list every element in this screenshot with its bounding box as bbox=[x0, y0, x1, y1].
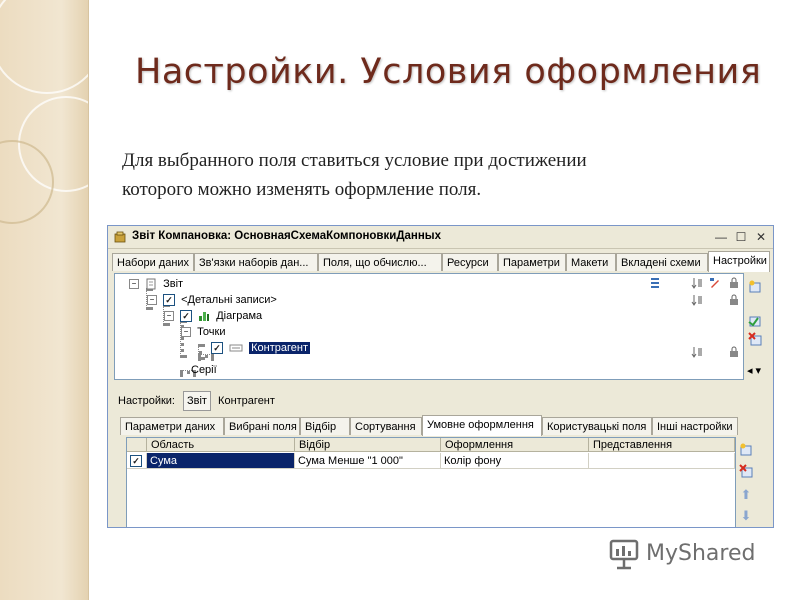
collapse-icon[interactable]: − bbox=[164, 311, 174, 322]
tree-label-detail: <Детальні записи> bbox=[181, 294, 277, 306]
scroll-arrows-icon[interactable]: ◂ ▾ bbox=[740, 364, 768, 378]
tree-label-diagram: Діаграма bbox=[216, 310, 263, 322]
tab-settings[interactable]: Настройки bbox=[708, 251, 770, 272]
main-tabs: Набори даних Зв'язки наборів дан... Поля… bbox=[112, 251, 773, 272]
tree-node-counterparty[interactable]: ✓ Контрагент bbox=[211, 341, 310, 355]
move-down-icon[interactable]: ⬇ bbox=[739, 509, 753, 523]
window-title: Звіт Компановка: ОсновнаяСхемаКомпоновки… bbox=[132, 230, 442, 242]
myshared-watermark: MyShared bbox=[606, 537, 776, 573]
tree-node-detail[interactable]: − ✓ <Детальні записи> bbox=[147, 293, 277, 307]
close-button[interactable]: ✕ bbox=[754, 230, 768, 244]
report-icon bbox=[146, 278, 156, 290]
tab-calculated-fields[interactable]: Поля, що обчислю... bbox=[318, 253, 442, 271]
tab-data-sets[interactable]: Набори даних bbox=[112, 253, 194, 271]
sort-icon bbox=[691, 347, 702, 358]
tab-layouts[interactable]: Макети bbox=[566, 253, 616, 271]
structure-icon bbox=[651, 278, 659, 288]
subtab-other-settings[interactable]: Інші настройки bbox=[652, 417, 738, 435]
tree-label-points: Точки bbox=[197, 326, 226, 338]
settings-subtabs: Параметри даних Вибрані поля Відбір Сорт… bbox=[120, 415, 773, 436]
collapse-icon[interactable]: − bbox=[147, 295, 157, 306]
lock-icon bbox=[730, 277, 738, 288]
settings-value: Контрагент bbox=[218, 395, 275, 407]
checkbox-checked[interactable]: ✓ bbox=[130, 455, 142, 468]
add-group-icon[interactable] bbox=[748, 280, 762, 294]
collapse-icon[interactable]: − bbox=[181, 327, 191, 338]
field-icon bbox=[229, 344, 243, 352]
checkbox-checked[interactable]: ✓ bbox=[180, 310, 193, 323]
grid-header-filter[interactable]: Відбір bbox=[295, 438, 441, 452]
window-titlebar: Звіт Компановка: ОсновнаяСхемаКомпоновки… bbox=[108, 226, 773, 249]
grid-header-format[interactable]: Оформлення bbox=[441, 438, 589, 452]
tab-parameters[interactable]: Параметри bbox=[498, 253, 566, 271]
grid-row-checkbox-cell[interactable]: ✓ bbox=[127, 453, 147, 469]
delete-condition-icon[interactable] bbox=[739, 464, 753, 478]
maximize-button[interactable]: ☐ bbox=[734, 230, 748, 244]
checkbox-checked[interactable]: ✓ bbox=[163, 294, 176, 307]
app-window: Звіт Компановка: ОсновнаяСхемаКомпоновки… bbox=[107, 225, 774, 528]
settings-report-button[interactable]: Звіт bbox=[183, 391, 211, 411]
subtab-filter[interactable]: Відбір bbox=[300, 417, 350, 435]
sort-icon bbox=[691, 278, 702, 289]
lock-icon bbox=[730, 294, 738, 305]
settings-row: Настройки: Звіт Контрагент bbox=[118, 391, 275, 411]
grid-cell-presentation[interactable] bbox=[589, 453, 735, 469]
slide-description: Для выбранного поля ставиться условие пр… bbox=[122, 146, 762, 204]
settings-tree: − Звіт − ✓ <Детальні записи> − ✓ Діаграм… bbox=[114, 273, 744, 380]
decorative-sidebar bbox=[0, 0, 89, 600]
add-condition-icon[interactable] bbox=[739, 443, 753, 457]
tree-label-series: Серії bbox=[191, 364, 217, 376]
tree-node-series[interactable]: Серії bbox=[191, 363, 217, 377]
tree-label-counterparty: Контрагент bbox=[249, 342, 310, 354]
description-line-1: Для выбранного поля ставиться условие пр… bbox=[122, 150, 587, 171]
decorative-ring bbox=[0, 0, 88, 94]
lock-icon bbox=[730, 346, 738, 357]
sort-icon bbox=[691, 295, 702, 306]
myshared-logo-icon bbox=[609, 539, 639, 570]
settings-label: Настройки: bbox=[118, 395, 175, 407]
grid-cell-format[interactable]: Колір фону bbox=[441, 453, 589, 469]
tab-nested-schemas[interactable]: Вкладені схеми bbox=[616, 253, 708, 271]
description-line-2: которого можно изменять оформление поля. bbox=[122, 179, 482, 200]
grid-cell-filter[interactable]: Сума Менше "1 000" bbox=[295, 453, 441, 469]
chart-icon bbox=[199, 312, 210, 322]
move-up-icon[interactable]: ⬆ bbox=[739, 488, 753, 502]
myshared-text: MyShared bbox=[646, 541, 756, 566]
tree-label-report: Звіт bbox=[163, 278, 184, 290]
tree-node-report[interactable]: − Звіт bbox=[129, 277, 183, 291]
minimize-button[interactable]: — bbox=[714, 230, 728, 244]
subtab-sorting[interactable]: Сортування bbox=[350, 417, 422, 435]
subtab-selected-fields[interactable]: Вибрані поля bbox=[224, 417, 300, 435]
grid-cell-area[interactable]: Сума bbox=[147, 453, 295, 469]
grid-header-area[interactable]: Область bbox=[147, 438, 295, 452]
conditional-formatting-grid: Область Відбір Оформлення Представлення … bbox=[126, 437, 736, 527]
subtab-conditional-formatting[interactable]: Умовне оформлення bbox=[422, 415, 542, 436]
grid-header-check bbox=[127, 438, 147, 452]
tab-resources[interactable]: Ресурси bbox=[442, 253, 498, 271]
grid-header-presentation[interactable]: Представлення bbox=[589, 438, 735, 452]
pencil-icon bbox=[710, 278, 719, 288]
subtab-user-fields[interactable]: Користувацькі поля bbox=[542, 417, 652, 435]
tree-node-points[interactable]: − Точки bbox=[181, 325, 226, 339]
tree-node-diagram[interactable]: − ✓ Діаграма bbox=[164, 309, 262, 323]
app-icon bbox=[114, 231, 126, 243]
collapse-icon[interactable]: − bbox=[129, 279, 139, 290]
add-field-icon[interactable] bbox=[748, 314, 762, 328]
slide-title: Настройки. Условия оформления bbox=[135, 52, 762, 92]
tab-data-set-links[interactable]: Зв'язки наборів дан... bbox=[194, 253, 318, 271]
checkbox-checked[interactable]: ✓ bbox=[211, 342, 223, 355]
delete-icon[interactable] bbox=[748, 332, 762, 346]
subtab-data-parameters[interactable]: Параметри даних bbox=[120, 417, 224, 435]
